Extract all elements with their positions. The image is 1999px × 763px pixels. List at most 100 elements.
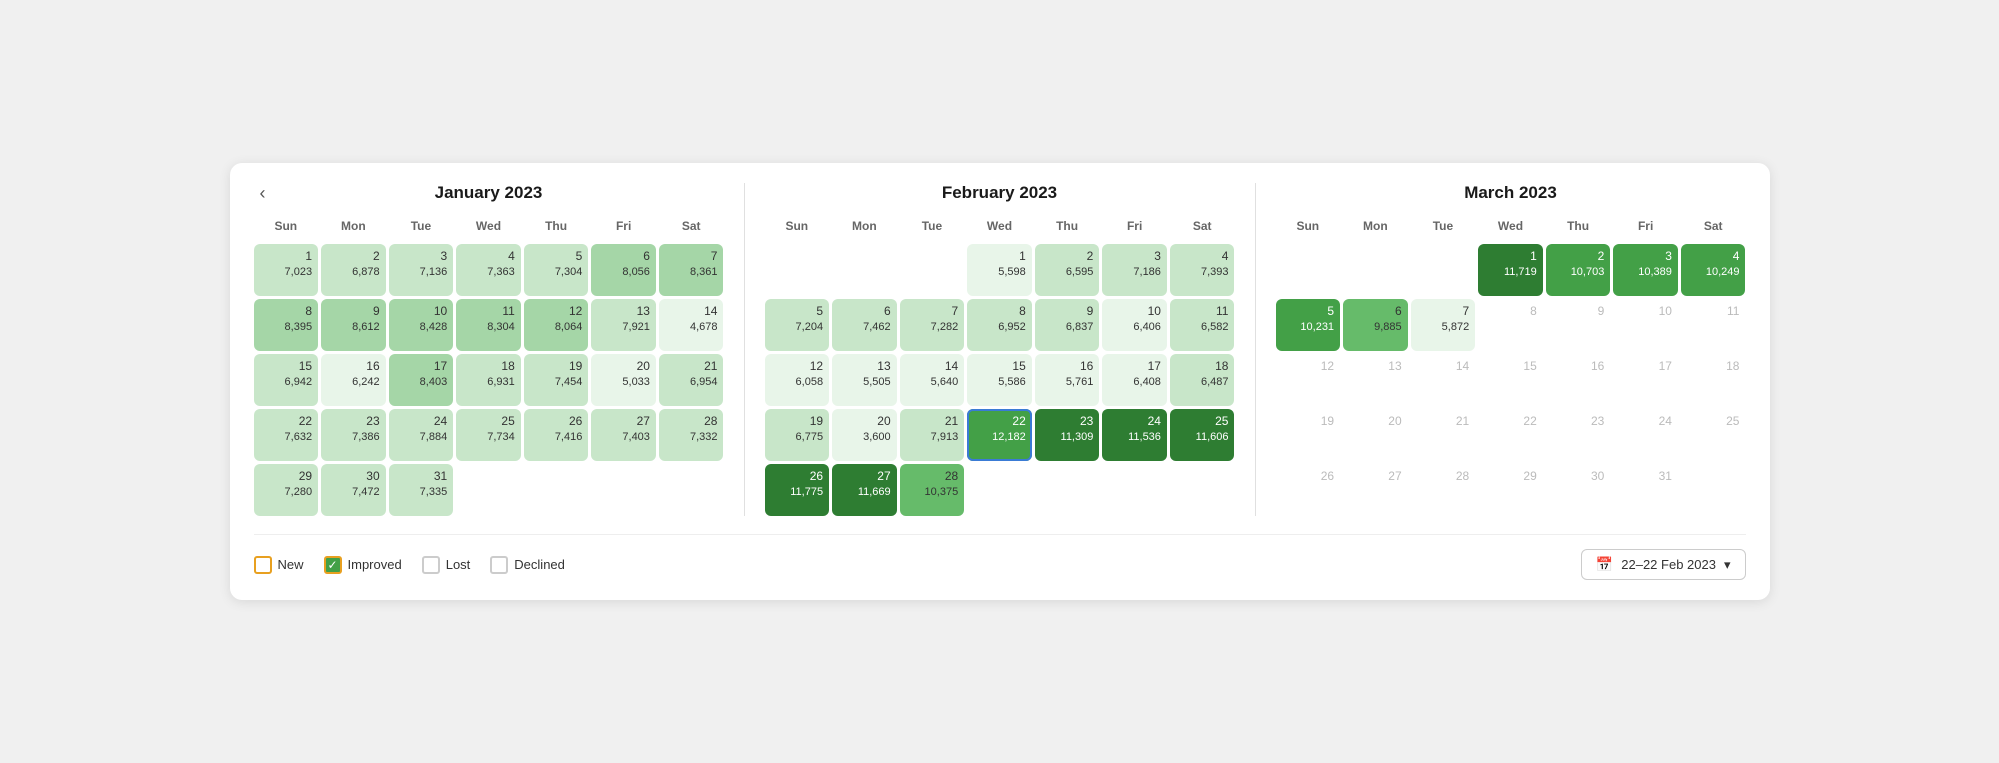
- day-cell[interactable]: 24: [1613, 409, 1678, 461]
- day-cell[interactable]: 216,954: [659, 354, 724, 406]
- day-cell[interactable]: 2711,669: [832, 464, 897, 516]
- day-cell[interactable]: 118,304: [456, 299, 521, 351]
- day-cell[interactable]: 96,837: [1035, 299, 1100, 351]
- day-cell[interactable]: 108,428: [389, 299, 454, 351]
- day-cell[interactable]: 2212,182: [967, 409, 1032, 461]
- day-cell[interactable]: 196,775: [765, 409, 830, 461]
- day-cell[interactable]: 287,332: [659, 409, 724, 461]
- day-cell[interactable]: 37,136: [389, 244, 454, 296]
- day-cell[interactable]: 8: [1478, 299, 1543, 351]
- day-cell[interactable]: 17,023: [254, 244, 319, 296]
- lost-checkbox[interactable]: [422, 556, 440, 574]
- day-cell[interactable]: 25: [1681, 409, 1746, 461]
- day-cell[interactable]: 2611,775: [765, 464, 830, 516]
- legend-declined[interactable]: Declined: [490, 556, 565, 574]
- day-cell[interactable]: 88,395: [254, 299, 319, 351]
- day-cell[interactable]: 317,335: [389, 464, 454, 516]
- day-cell[interactable]: 165,761: [1035, 354, 1100, 406]
- day-cell[interactable]: 186,931: [456, 354, 521, 406]
- day-cell[interactable]: 307,472: [321, 464, 386, 516]
- day-cell[interactable]: 31: [1613, 464, 1678, 516]
- legend-lost[interactable]: Lost: [422, 556, 471, 574]
- day-cell[interactable]: 57,204: [765, 299, 830, 351]
- day-cell[interactable]: 98,612: [321, 299, 386, 351]
- day-cell[interactable]: 137,921: [591, 299, 656, 351]
- day-cell[interactable]: 20: [1343, 409, 1408, 461]
- day-cell[interactable]: 27: [1343, 464, 1408, 516]
- day-cell[interactable]: 205,033: [591, 354, 656, 406]
- day-cell[interactable]: 77,282: [900, 299, 965, 351]
- day-cell[interactable]: 106,406: [1102, 299, 1167, 351]
- day-cell[interactable]: 126,058: [765, 354, 830, 406]
- day-cell[interactable]: 135,505: [832, 354, 897, 406]
- day-cell[interactable]: 14: [1411, 354, 1476, 406]
- new-checkbox[interactable]: [254, 556, 272, 574]
- day-cell[interactable]: 28: [1411, 464, 1476, 516]
- day-cell[interactable]: 29: [1478, 464, 1543, 516]
- day-cell[interactable]: 166,242: [321, 354, 386, 406]
- day-cell[interactable]: 78,361: [659, 244, 724, 296]
- day-cell[interactable]: 210,703: [1546, 244, 1611, 296]
- day-cell[interactable]: 47,363: [456, 244, 521, 296]
- day-cell[interactable]: 13: [1343, 354, 1408, 406]
- day-cell[interactable]: 197,454: [524, 354, 589, 406]
- day-cell[interactable]: 176,408: [1102, 354, 1167, 406]
- legend-new[interactable]: New: [254, 556, 304, 574]
- day-cell[interactable]: 155,586: [967, 354, 1032, 406]
- day-cell[interactable]: 12: [1276, 354, 1341, 406]
- day-cell[interactable]: 37,186: [1102, 244, 1167, 296]
- day-cell[interactable]: 237,386: [321, 409, 386, 461]
- declined-checkbox[interactable]: [490, 556, 508, 574]
- day-cell[interactable]: 26,595: [1035, 244, 1100, 296]
- day-cell[interactable]: 15: [1478, 354, 1543, 406]
- day-cell[interactable]: 2311,309: [1035, 409, 1100, 461]
- day-cell[interactable]: 257,734: [456, 409, 521, 461]
- day-cell[interactable]: 186,487: [1170, 354, 1235, 406]
- day-cell[interactable]: 9: [1546, 299, 1611, 351]
- improved-checkbox[interactable]: ✓: [324, 556, 342, 574]
- day-cell[interactable]: 18: [1681, 354, 1746, 406]
- day-cell[interactable]: 2411,536: [1102, 409, 1167, 461]
- day-cell[interactable]: 116,582: [1170, 299, 1235, 351]
- day-cell[interactable]: 227,632: [254, 409, 319, 461]
- day-cell[interactable]: 11: [1681, 299, 1746, 351]
- prev-month-button[interactable]: ‹: [254, 181, 272, 206]
- day-cell[interactable]: 178,403: [389, 354, 454, 406]
- day-cell[interactable]: 23: [1546, 409, 1611, 461]
- day-cell[interactable]: 267,416: [524, 409, 589, 461]
- day-cell[interactable]: 15,598: [967, 244, 1032, 296]
- day-cell[interactable]: 17: [1613, 354, 1678, 406]
- day-cell[interactable]: 277,403: [591, 409, 656, 461]
- day-cell[interactable]: 217,913: [900, 409, 965, 461]
- date-picker-button[interactable]: 📅 22–22 Feb 2023 ▾: [1581, 549, 1746, 580]
- day-cell[interactable]: 111,719: [1478, 244, 1543, 296]
- day-cell[interactable]: 67,462: [832, 299, 897, 351]
- day-cell[interactable]: 2810,375: [900, 464, 965, 516]
- day-cell[interactable]: 203,600: [832, 409, 897, 461]
- day-cell[interactable]: 47,393: [1170, 244, 1235, 296]
- day-cell[interactable]: 22: [1478, 409, 1543, 461]
- day-cell[interactable]: 57,304: [524, 244, 589, 296]
- legend-improved[interactable]: ✓ Improved: [324, 556, 402, 574]
- day-cell[interactable]: 2511,606: [1170, 409, 1235, 461]
- day-cell[interactable]: 247,884: [389, 409, 454, 461]
- day-cell[interactable]: 26,878: [321, 244, 386, 296]
- day-cell[interactable]: 310,389: [1613, 244, 1678, 296]
- day-cell[interactable]: 30: [1546, 464, 1611, 516]
- day-cell[interactable]: 510,231: [1276, 299, 1341, 351]
- day-cell[interactable]: 21: [1411, 409, 1476, 461]
- day-cell[interactable]: 75,872: [1411, 299, 1476, 351]
- day-cell[interactable]: 156,942: [254, 354, 319, 406]
- day-cell[interactable]: 144,678: [659, 299, 724, 351]
- day-cell[interactable]: 16: [1546, 354, 1611, 406]
- day-cell[interactable]: 69,885: [1343, 299, 1408, 351]
- day-cell[interactable]: 10: [1613, 299, 1678, 351]
- day-cell[interactable]: 297,280: [254, 464, 319, 516]
- day-cell[interactable]: 19: [1276, 409, 1341, 461]
- day-cell[interactable]: 145,640: [900, 354, 965, 406]
- day-cell[interactable]: 128,064: [524, 299, 589, 351]
- day-cell[interactable]: 86,952: [967, 299, 1032, 351]
- day-cell[interactable]: 410,249: [1681, 244, 1746, 296]
- day-cell[interactable]: 26: [1276, 464, 1341, 516]
- day-cell[interactable]: 68,056: [591, 244, 656, 296]
